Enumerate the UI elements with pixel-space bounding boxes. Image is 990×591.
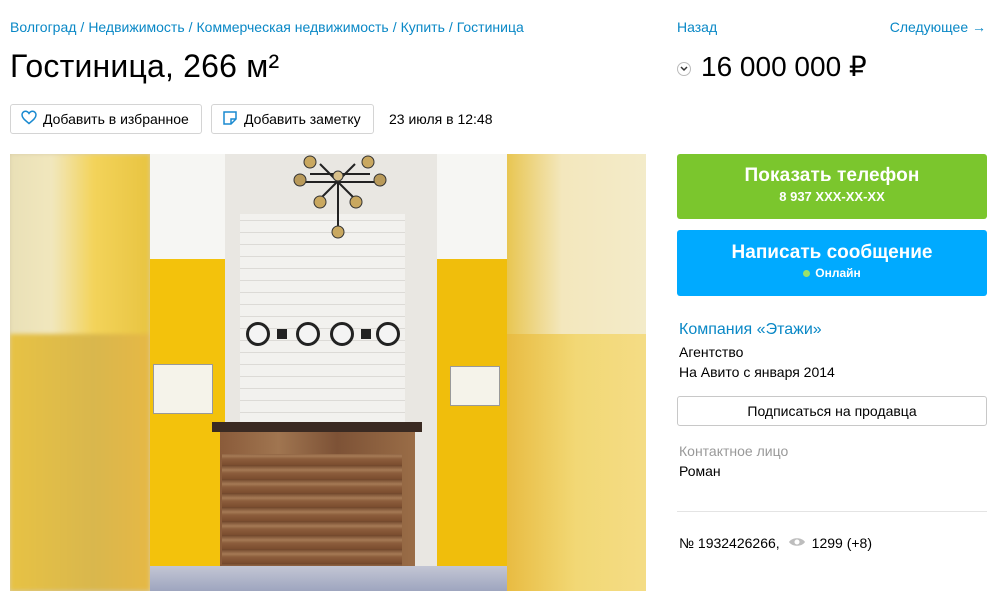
clock-illustration — [330, 322, 354, 346]
photo-floor — [150, 566, 507, 591]
photo-gallery[interactable] — [10, 154, 646, 591]
add-to-favorites-button[interactable]: Добавить в избранное — [10, 104, 202, 134]
clock-illustration — [296, 322, 320, 346]
show-phone-button[interactable]: Показать телефон 8 937 XXX-XX-XX — [677, 154, 987, 219]
photo-detail — [277, 329, 287, 339]
reception-desk-top — [212, 422, 422, 432]
views-count: 1299 (+8) — [811, 535, 872, 551]
write-message-button[interactable]: Написать сообщение Онлайн — [677, 230, 987, 296]
photo-wall — [437, 259, 507, 591]
add-note-label: Добавить заметку — [244, 111, 361, 127]
gallery-prev-preview[interactable] — [10, 154, 150, 591]
clock-illustration — [376, 322, 400, 346]
next-link[interactable]: Следующее → — [890, 19, 986, 35]
breadcrumb-item-hotel[interactable]: Гостиница — [457, 19, 524, 35]
wall-poster — [450, 366, 500, 406]
clock-illustration — [246, 322, 270, 346]
page-title: Гостиница, 266 м² — [10, 48, 280, 84]
write-message-label: Написать сообщение — [731, 242, 933, 263]
breadcrumb-separator: / — [80, 19, 85, 35]
photo-detail — [361, 329, 371, 339]
chevron-down-icon[interactable] — [677, 61, 691, 76]
add-note-button[interactable]: Добавить заметку — [211, 104, 374, 134]
divider — [677, 511, 987, 512]
contact-person-label: Контактное лицо — [679, 443, 789, 459]
back-link[interactable]: Назад — [677, 19, 717, 35]
breadcrumb-separator: / — [188, 19, 193, 35]
note-icon — [222, 110, 244, 129]
add-to-favorites-label: Добавить в избранное — [43, 111, 189, 127]
show-phone-label: Показать телефон — [744, 165, 920, 186]
price-block: 16 000 000 ₽ — [677, 50, 867, 83]
gallery-next-preview[interactable] — [506, 154, 646, 591]
breadcrumb-separator: / — [392, 19, 397, 35]
breadcrumb-separator: / — [448, 19, 453, 35]
breadcrumb-item-city[interactable]: Волгоград — [10, 19, 76, 35]
subscribe-seller-button[interactable]: Подписаться на продавца — [677, 396, 987, 426]
main-photo[interactable] — [150, 154, 507, 591]
breadcrumb: Волгоград / Недвижимость / Коммерческая недв… — [10, 19, 524, 35]
breadcrumb-item-buy[interactable]: Купить — [401, 19, 445, 35]
chandelier-illustration — [293, 155, 387, 239]
publish-date: 23 июля в 12:48 — [389, 111, 493, 127]
online-dot-icon — [803, 269, 811, 277]
seller-type: Агентство — [679, 344, 744, 360]
listing-number: № 1932426266, — [679, 535, 780, 551]
contact-person-name: Роман — [679, 463, 721, 479]
breadcrumb-item-realty[interactable]: Недвижимость — [88, 19, 184, 35]
photo-wall — [437, 154, 507, 259]
phone-number-masked: 8 937 XXX-XX-XX — [779, 189, 885, 204]
eye-icon — [780, 535, 812, 551]
heart-icon — [21, 110, 43, 128]
seller-name-link[interactable]: Компания «Этажи» — [679, 321, 822, 339]
seller-since: На Авито с января 2014 — [679, 364, 835, 380]
online-status: Онлайн — [677, 266, 987, 280]
online-label: Онлайн — [815, 266, 861, 280]
listing-meta: № 1932426266, 1299 (+8) — [679, 535, 872, 551]
wall-poster — [153, 364, 213, 414]
price: 16 000 000 ₽ — [701, 51, 867, 82]
breadcrumb-item-commercial[interactable]: Коммерческая недвижимость — [197, 19, 389, 35]
